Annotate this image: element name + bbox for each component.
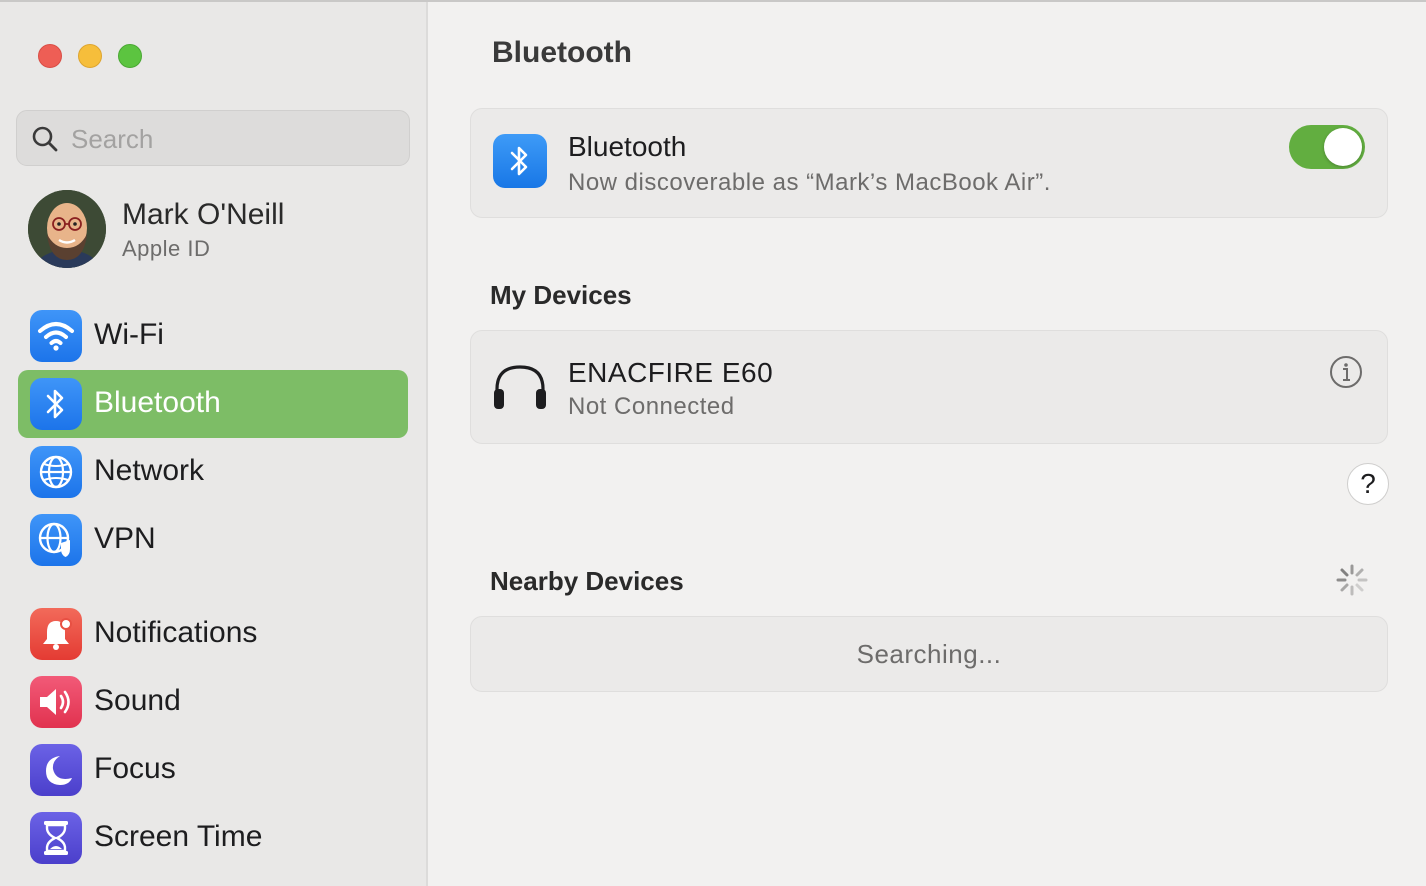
sidebar-item-label: Wi-Fi [94,318,164,351]
help-button[interactable]: ? [1347,463,1389,505]
close-button[interactable] [38,44,62,68]
sidebar: Mark O'Neill Apple ID Wi-Fi Blu [0,2,428,886]
bluetooth-toggle-card: Bluetooth Now discoverable as “Mark’s Ma… [470,108,1388,218]
bluetooth-status: Now discoverable as “Mark’s MacBook Air”… [568,169,1051,196]
sidebar-item-label: Focus [94,752,176,785]
globe-icon [30,446,82,498]
speaker-icon [30,676,82,728]
device-name: ENACFIRE E60 [568,357,774,388]
device-row[interactable]: ENACFIRE E60 Not Connected [470,330,1388,444]
loading-spinner-icon [1336,564,1368,596]
vpn-globe-icon [30,514,82,566]
bluetooth-label: Bluetooth [568,131,687,162]
sidebar-item-sound[interactable]: Sound [18,668,408,736]
search-icon [32,126,58,152]
searching-status: Searching... [856,639,1002,669]
zoom-button[interactable] [118,44,142,68]
sidebar-item-screen-time[interactable]: Screen Time [18,804,408,872]
sidebar-item-label: Network [94,454,205,487]
sidebar-item-label: Sound [94,684,181,717]
device-status: Not Connected [568,393,735,420]
sidebar-item-vpn[interactable]: VPN [18,506,408,574]
sidebar-item-label: Notifications [94,616,258,649]
search-input[interactable] [69,119,393,159]
profile-subtitle: Apple ID [122,236,211,261]
apple-id-profile[interactable]: Mark O'Neill Apple ID [28,190,408,270]
info-icon[interactable] [1329,355,1363,389]
sidebar-item-label: Bluetooth [94,386,221,419]
minimize-button[interactable] [78,44,102,68]
bluetooth-toggle[interactable] [1289,125,1365,169]
profile-name: Mark O'Neill [122,198,285,231]
nearby-devices-list: Searching... [470,616,1388,692]
toggle-knob [1324,128,1362,166]
bluetooth-icon [30,378,82,430]
nearby-devices-heading: Nearby Devices [490,566,684,596]
bell-icon [30,608,82,660]
sidebar-item-wifi[interactable]: Wi-Fi [18,302,408,370]
moon-icon [30,744,82,796]
search-field[interactable] [16,110,410,166]
sidebar-item-bluetooth[interactable]: Bluetooth [18,370,408,438]
hourglass-icon [30,812,82,864]
sidebar-item-label: VPN [94,522,156,555]
sidebar-item-focus[interactable]: Focus [18,736,408,804]
wifi-icon [30,310,82,362]
bluetooth-icon [493,134,547,188]
sidebar-item-label: Screen Time [94,820,263,853]
headphones-icon [494,365,546,409]
avatar [28,190,106,268]
sidebar-item-notifications[interactable]: Notifications [18,600,408,668]
sidebar-item-network[interactable]: Network [18,438,408,506]
my-devices-heading: My Devices [490,280,632,310]
settings-window: Mark O'Neill Apple ID Wi-Fi Blu [0,0,1426,886]
page-title: Bluetooth [492,36,632,69]
